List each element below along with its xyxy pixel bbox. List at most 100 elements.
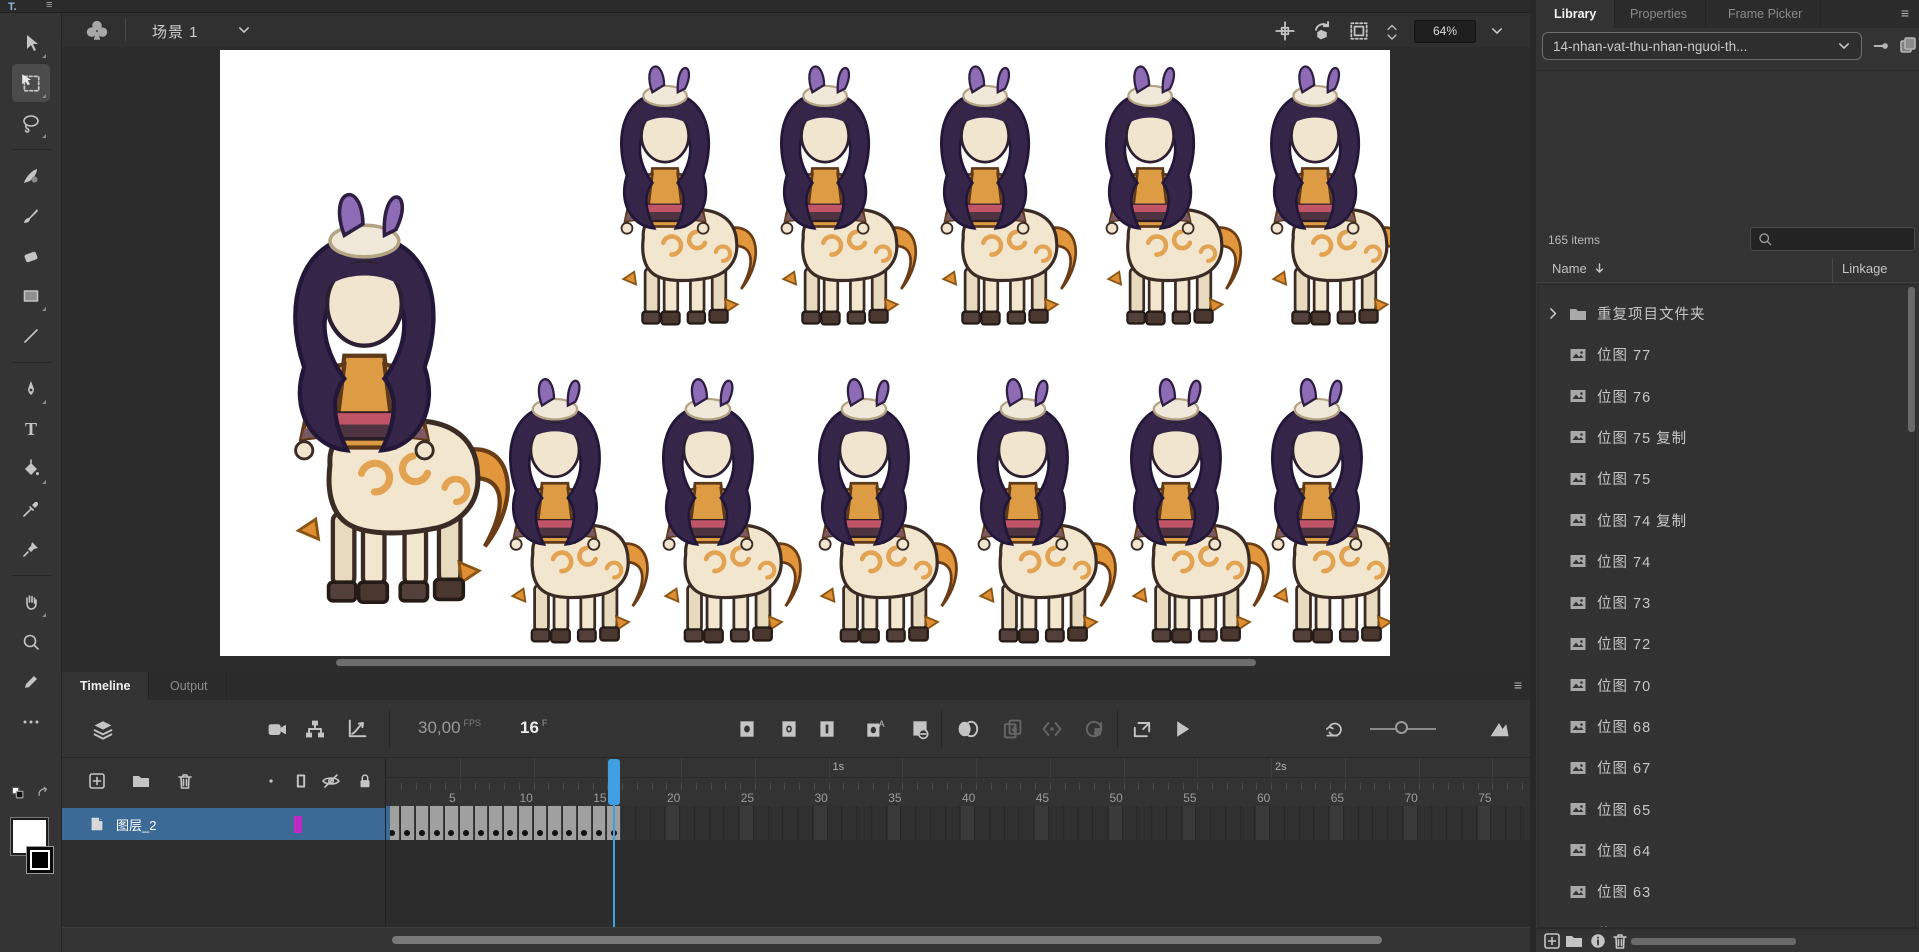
frame-cell-52[interactable] [1138, 806, 1152, 840]
library-item-bitmap-7[interactable]: 位图 73 [1539, 582, 1915, 623]
insert-frame-button[interactable] [812, 714, 842, 744]
frame-cell-38[interactable] [932, 806, 946, 840]
library-item-bitmap-10[interactable]: 位图 68 [1539, 706, 1915, 747]
camera-button[interactable] [262, 714, 292, 744]
frame-cell-9[interactable] [504, 806, 518, 840]
library-item-bitmap-5[interactable]: 位图 74 复制 [1539, 500, 1915, 541]
frame-cell-2[interactable] [401, 806, 415, 840]
frame-cell-25[interactable] [740, 806, 754, 840]
library-item-bitmap-14[interactable]: 位图 63 [1539, 871, 1915, 912]
frame-cell-77[interactable] [1507, 806, 1521, 840]
library-item-bitmap-4[interactable]: 位图 75 [1539, 458, 1915, 499]
frame-cell-45[interactable] [1035, 806, 1049, 840]
frame-cell-6[interactable] [460, 806, 474, 840]
frames-area[interactable]: 1s2s 51015202530354045505560657075 [386, 758, 1530, 927]
paint-bucket-tool[interactable] [12, 450, 50, 488]
library-item-bitmap-13[interactable]: 位图 64 [1539, 830, 1915, 871]
frame-cell-78[interactable] [1522, 806, 1530, 840]
playhead-marker[interactable] [608, 759, 620, 805]
delete-layer-button[interactable] [172, 768, 198, 794]
frame-cell-60[interactable] [1256, 806, 1270, 840]
timeline-horizontal-scrollbar[interactable] [392, 936, 1382, 944]
frame-cell-66[interactable] [1345, 806, 1359, 840]
column-header-linkage[interactable]: Linkage [1842, 261, 1888, 276]
library-item-bitmap-2[interactable]: 位图 76 [1539, 376, 1915, 417]
column-header-name[interactable]: Name [1552, 261, 1606, 276]
library-vertical-scrollbar[interactable] [1908, 287, 1915, 927]
library-item-bitmap-9[interactable]: 位图 70 [1539, 665, 1915, 706]
library-search-input[interactable] [1750, 227, 1915, 251]
library-item-folder-0[interactable]: 重复项目文件夹 [1539, 293, 1915, 334]
frame-cell-4[interactable] [430, 806, 444, 840]
frame-cell-27[interactable] [770, 806, 784, 840]
frame-cell-40[interactable] [961, 806, 975, 840]
library-horizontal-scrollbar[interactable] [1631, 938, 1796, 945]
expand-chevron-icon[interactable] [1547, 307, 1560, 320]
character-sprite-12[interactable] [1230, 336, 1390, 646]
frame-cell-24[interactable] [725, 806, 739, 840]
fluid-brush-tool[interactable] [12, 157, 50, 195]
frame-cell-50[interactable] [1109, 806, 1123, 840]
layer-parenting-button[interactable] [300, 714, 330, 744]
frame-cell-44[interactable] [1020, 806, 1034, 840]
frame-cell-35[interactable] [888, 806, 902, 840]
frame-cell-15[interactable] [593, 806, 607, 840]
frame-cell-64[interactable] [1315, 806, 1329, 840]
frame-cell-74[interactable] [1463, 806, 1477, 840]
tab-frame-picker[interactable]: Frame Picker [1710, 0, 1821, 28]
asset-warp-tool[interactable] [12, 530, 50, 568]
clover-menu-icon[interactable] [84, 18, 114, 42]
timeline-panel-menu-icon[interactable]: ≡ [1514, 677, 1522, 693]
outline-layers-toggle[interactable] [288, 768, 314, 794]
center-stage-icon[interactable] [1274, 20, 1296, 42]
pen-tool[interactable] [12, 370, 50, 408]
frame-cell-42[interactable] [991, 806, 1005, 840]
frame-cell-36[interactable] [902, 806, 916, 840]
frame-cell-10[interactable] [519, 806, 533, 840]
library-document-select[interactable]: 14-nhan-vat-thu-nhan-nguoi-th... [1542, 32, 1862, 60]
onion-skin-range-button[interactable] [1079, 714, 1109, 744]
modify-markers-button[interactable] [1037, 714, 1067, 744]
frame-cell-55[interactable] [1183, 806, 1197, 840]
frame-cell-47[interactable] [1065, 806, 1079, 840]
frame-cell-65[interactable] [1330, 806, 1344, 840]
frame-cell-57[interactable] [1212, 806, 1226, 840]
frame-cell-67[interactable] [1360, 806, 1374, 840]
delete-item-button[interactable] [1610, 932, 1630, 950]
swap-colors-icon[interactable] [36, 785, 52, 801]
insert-keyframe-button[interactable] [732, 714, 762, 744]
stage-canvas[interactable] [220, 50, 1390, 656]
frame-cell-17[interactable] [622, 806, 636, 840]
lasso-tool[interactable] [12, 104, 50, 142]
onion-skin-button[interactable] [952, 714, 982, 744]
reset-timeline-zoom-button[interactable] [1320, 714, 1350, 744]
frame-cell-32[interactable] [843, 806, 857, 840]
frame-cell-68[interactable] [1374, 806, 1388, 840]
new-library-panel-icon[interactable] [1898, 35, 1918, 55]
layer-outline-color-swatch[interactable] [294, 816, 302, 833]
frame-cell-23[interactable] [711, 806, 725, 840]
frame-cell-30[interactable] [814, 806, 828, 840]
line-tool[interactable] [12, 317, 50, 355]
library-item-bitmap-8[interactable]: 位图 72 [1539, 623, 1915, 664]
library-item-bitmap-15[interactable]: 位图 [1539, 913, 1915, 929]
library-item-bitmap-11[interactable]: 位图 67 [1539, 747, 1915, 788]
pencil-tool[interactable] [12, 663, 50, 701]
character-sprite-6[interactable] [1228, 56, 1390, 328]
library-panel-menu-icon[interactable]: ≡ [1901, 5, 1909, 21]
frame-cell-26[interactable] [755, 806, 769, 840]
frame-cell-33[interactable] [858, 806, 872, 840]
play-button[interactable] [1167, 714, 1197, 744]
frame-cell-49[interactable] [1094, 806, 1108, 840]
character-sprite-4[interactable] [898, 56, 1083, 328]
new-layer-button[interactable] [84, 768, 110, 794]
character-sprite-3[interactable] [738, 56, 923, 328]
rotate-stage-icon[interactable] [1310, 19, 1334, 43]
frame-cell-21[interactable] [681, 806, 695, 840]
stage-pasteboard[interactable] [62, 47, 1530, 672]
frame-cell-54[interactable] [1168, 806, 1182, 840]
scene-chevron-icon[interactable] [237, 23, 251, 37]
frame-cell-7[interactable] [475, 806, 489, 840]
frame-cell-11[interactable] [534, 806, 548, 840]
hand-tool[interactable] [12, 583, 50, 621]
